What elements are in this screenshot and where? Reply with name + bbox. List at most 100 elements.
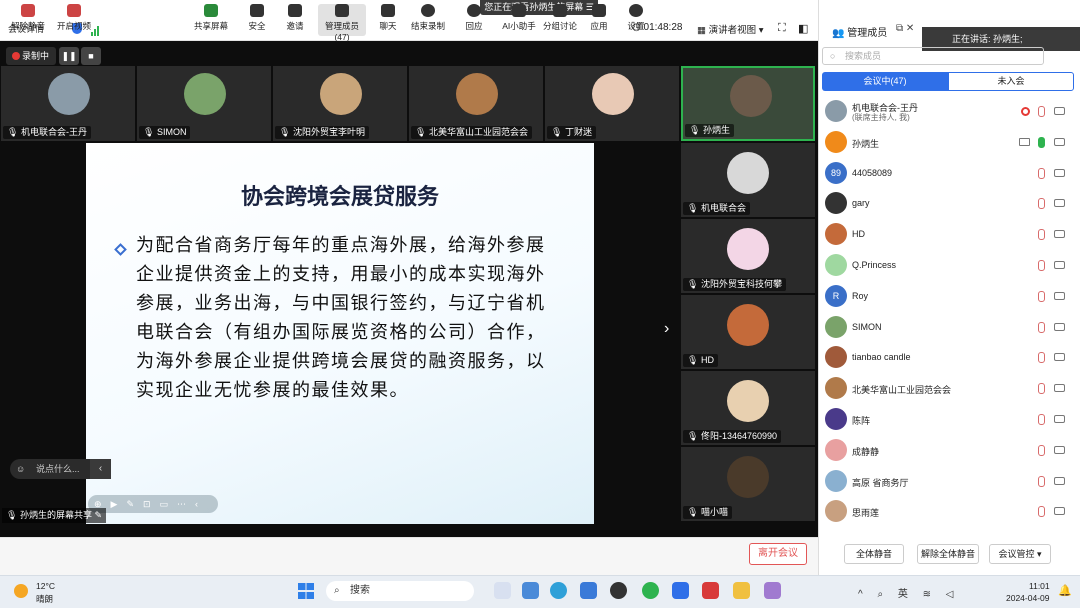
camera-icon[interactable] bbox=[1054, 415, 1065, 423]
mic-off-icon[interactable] bbox=[1038, 383, 1045, 395]
taskbar-search[interactable]: 搜索 bbox=[326, 581, 474, 601]
mic-off-icon[interactable] bbox=[1038, 229, 1045, 241]
layout-toggle-icon[interactable]: ◧ bbox=[798, 22, 808, 35]
member-row[interactable]: 思雨莲 bbox=[819, 496, 1077, 527]
camera-icon[interactable] bbox=[1054, 107, 1065, 115]
camera-icon[interactable] bbox=[1054, 322, 1065, 331]
clock-date[interactable]: 2024-04-09 bbox=[1006, 593, 1049, 603]
member-row[interactable]: 89 44058089 bbox=[819, 158, 1077, 189]
member-row[interactable]: 机电联合会-王丹 (联席主持人, 我) bbox=[819, 96, 1077, 127]
unmute-button[interactable]: 解除静音 bbox=[8, 4, 48, 36]
mic-off-icon[interactable] bbox=[1038, 444, 1045, 456]
camera-icon[interactable] bbox=[1054, 199, 1065, 208]
mic-off-icon[interactable] bbox=[1038, 167, 1045, 179]
mic-off-icon[interactable] bbox=[1038, 352, 1045, 364]
camera-icon[interactable] bbox=[1054, 445, 1065, 454]
mic-off-icon[interactable] bbox=[1038, 290, 1045, 302]
unmute-all-button[interactable]: 解除全体静音 bbox=[917, 544, 979, 564]
folder-icon[interactable] bbox=[733, 582, 750, 599]
camera-icon[interactable] bbox=[1054, 230, 1065, 239]
meeting-controls-button[interactable]: 会议管控 ▾ bbox=[989, 544, 1051, 564]
apps-button[interactable]: 应用 bbox=[588, 4, 610, 36]
camera-icon[interactable] bbox=[1054, 476, 1065, 485]
watching-screen-banner[interactable]: 您正在观看孙炳生的屏幕 ☰ bbox=[480, 0, 598, 15]
camera-icon[interactable] bbox=[1054, 168, 1065, 177]
participant-tile[interactable]: 🎙 机电联合会 bbox=[681, 143, 815, 217]
windows-start-icon[interactable] bbox=[298, 583, 314, 599]
start-video-button[interactable]: 开启视频 bbox=[56, 4, 92, 36]
copilot-icon[interactable] bbox=[494, 582, 511, 599]
chat-button[interactable]: 聊天 bbox=[374, 4, 402, 36]
member-row[interactable]: 高原 省商务厅 bbox=[819, 466, 1077, 497]
camera-icon[interactable] bbox=[1054, 291, 1065, 300]
member-row[interactable]: 陈阵 bbox=[819, 404, 1077, 435]
system-tray[interactable]: ^ ⌕ 英 ≋ ◁ bbox=[858, 585, 959, 600]
camera-icon[interactable] bbox=[1054, 507, 1065, 516]
participant-tile[interactable]: 🎙 SIMON bbox=[137, 66, 271, 141]
breakout-button[interactable]: 分组讨论 bbox=[543, 4, 577, 36]
app-icon[interactable] bbox=[764, 582, 781, 599]
mic-off-icon[interactable] bbox=[1038, 506, 1045, 518]
view-mode-dropdown[interactable]: ▦ 演讲者视图 ▾ bbox=[697, 22, 764, 36]
collapse-chat-button[interactable]: ‹ bbox=[90, 459, 111, 479]
participant-tile[interactable]: 🎙 北美华富山工业园范会会 bbox=[409, 66, 543, 141]
participant-tile[interactable]: 🎙 孙炳生 bbox=[681, 66, 815, 141]
mute-all-button[interactable]: 全体静音 bbox=[844, 544, 904, 564]
participant-tile[interactable]: 🎙 机电联合会-王丹 bbox=[1, 66, 135, 141]
clock-time[interactable]: 11:01 bbox=[1029, 581, 1050, 591]
member-row[interactable]: SIMON bbox=[819, 312, 1077, 343]
participant-tile[interactable]: 🎙 沈阳外贸宝科技何攀 bbox=[681, 219, 815, 293]
dell-icon[interactable] bbox=[610, 582, 627, 599]
share-screen-button[interactable]: 共享屏幕 bbox=[193, 4, 229, 36]
file-explorer-icon[interactable] bbox=[522, 582, 539, 599]
stop-recording-button[interactable]: ■ bbox=[81, 47, 101, 65]
popout-icon[interactable]: ⧉ bbox=[896, 23, 903, 34]
chat-quick-input[interactable]: ☺ 说点什么... bbox=[10, 459, 92, 479]
mic-off-icon[interactable] bbox=[1038, 106, 1045, 117]
end-recording-button[interactable]: 结束录制 bbox=[410, 4, 446, 36]
annotation-toolbar[interactable]: ⊕▶✎⊡▭⋯‹ bbox=[88, 495, 218, 513]
invite-button[interactable]: 邀请 bbox=[281, 4, 309, 36]
reaction-button[interactable]: 回应 bbox=[462, 4, 486, 36]
weather-sun-icon[interactable] bbox=[14, 584, 28, 598]
tencent-meeting-icon[interactable] bbox=[672, 582, 689, 599]
member-search-input[interactable]: 搜索成员 bbox=[822, 47, 1044, 65]
leave-meeting-button[interactable]: 离开会议 bbox=[749, 543, 807, 565]
participant-tile[interactable]: 🎙 佟阳-13464760990 bbox=[681, 371, 815, 445]
member-row[interactable]: gary bbox=[819, 188, 1077, 219]
camera-icon[interactable] bbox=[1054, 353, 1065, 362]
edge-browser-icon[interactable] bbox=[550, 582, 567, 599]
notification-bell-icon[interactable]: 🔔 bbox=[1058, 584, 1072, 597]
mic-off-icon[interactable] bbox=[1038, 475, 1045, 487]
close-icon[interactable]: ✕ bbox=[906, 23, 914, 34]
mic-on-icon[interactable] bbox=[1038, 136, 1045, 148]
participant-tile[interactable]: 🎙 HD bbox=[681, 295, 815, 369]
mic-off-icon[interactable] bbox=[1038, 260, 1045, 271]
ai-assistant-button[interactable]: AI小助手 bbox=[501, 4, 537, 36]
member-row[interactable]: 孙炳生 bbox=[819, 127, 1077, 158]
tab-in-meeting[interactable]: 会议中(47) bbox=[822, 72, 948, 91]
camera-icon[interactable] bbox=[1054, 137, 1065, 146]
mic-off-icon[interactable] bbox=[1038, 198, 1045, 210]
mic-off-icon[interactable] bbox=[1038, 321, 1045, 333]
member-row[interactable]: 北美华富山工业园范会会 bbox=[819, 373, 1077, 404]
store-icon[interactable] bbox=[580, 582, 597, 599]
member-row[interactable]: 成静静 bbox=[819, 435, 1077, 466]
pause-recording-button[interactable]: ❚❚ bbox=[59, 47, 79, 65]
camera-icon[interactable] bbox=[1054, 384, 1065, 393]
mic-off-icon[interactable] bbox=[1038, 414, 1045, 425]
camera-icon[interactable] bbox=[1054, 261, 1065, 269]
tab-not-joined[interactable]: 未入会 bbox=[948, 72, 1074, 91]
member-row[interactable]: HD bbox=[819, 219, 1077, 250]
settings-button[interactable]: 设置 bbox=[624, 4, 648, 36]
participant-tile[interactable]: 🎙 沈阳外贸宝李叶明 bbox=[273, 66, 407, 141]
security-button[interactable]: 安全 bbox=[243, 4, 271, 36]
member-row[interactable]: R Roy bbox=[819, 281, 1077, 312]
wps-icon[interactable] bbox=[702, 582, 719, 599]
manage-members-button[interactable]: 管理成员(47) bbox=[318, 4, 366, 42]
member-row[interactable]: tianbao candle bbox=[819, 342, 1077, 373]
participant-tile[interactable]: 🎙 丁财迷 bbox=[545, 66, 679, 141]
fullscreen-icon[interactable]: ⛶ bbox=[778, 22, 786, 35]
member-row[interactable]: Q.Princess bbox=[819, 250, 1077, 281]
next-page-icon[interactable]: › bbox=[664, 320, 669, 338]
